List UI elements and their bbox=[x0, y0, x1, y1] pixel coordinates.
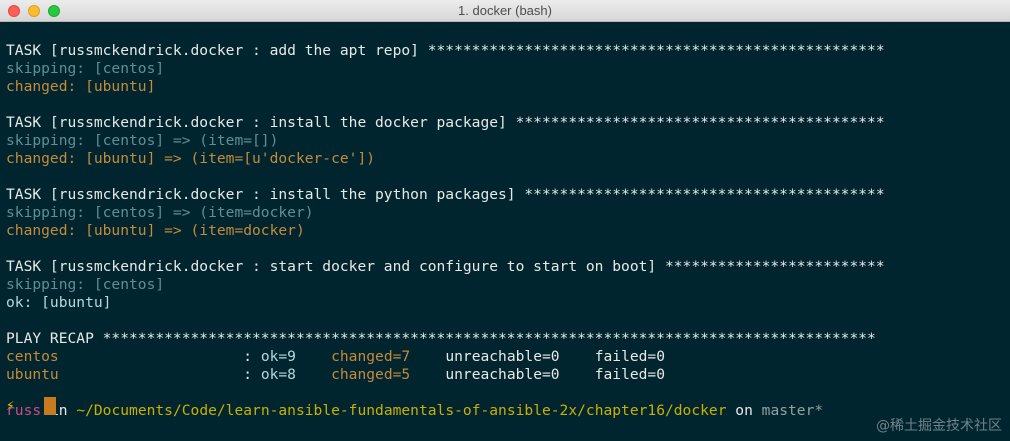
terminal-text-segment: changed: [ubuntu] => (item=[u'docker-ce'… bbox=[6, 150, 376, 167]
terminal-text-segment: PLAY RECAP *****************************… bbox=[6, 330, 876, 347]
terminal-line: PLAY RECAP *****************************… bbox=[6, 330, 876, 348]
terminal-text-segment: ubuntu bbox=[6, 366, 244, 383]
terminal-text-segment: master* bbox=[761, 402, 824, 419]
title-bar[interactable]: 1. docker (bash) bbox=[0, 0, 1010, 22]
terminal-text-segment: on bbox=[726, 402, 762, 419]
terminal-text-segment: changed=5 bbox=[331, 366, 446, 383]
terminal-text-segment: TASK [russmckendrick.docker : add the ap… bbox=[6, 42, 885, 59]
terminal-line: TASK [russmckendrick.docker : install th… bbox=[6, 114, 885, 132]
terminal-output[interactable]: TASK [russmckendrick.docker : add the ap… bbox=[0, 22, 1010, 441]
terminal-line: skipping: [centos] bbox=[6, 60, 164, 78]
terminal-text-segment: : bbox=[243, 366, 261, 383]
terminal-line: TASK [russmckendrick.docker : install th… bbox=[6, 186, 885, 204]
terminal-line: ubuntu : ok=8 changed=5 unreachable=0 fa… bbox=[6, 366, 665, 384]
terminal-text-segment: TASK [russmckendrick.docker : install th… bbox=[6, 186, 885, 203]
terminal-line: TASK [russmckendrick.docker : add the ap… bbox=[6, 42, 885, 60]
watermark: @稀土掘金技术社区 bbox=[876, 418, 1002, 434]
terminal-line: russ in ~/Documents/Code/learn-ansible-f… bbox=[6, 402, 823, 420]
terminal-text-segment: changed: [ubuntu] bbox=[6, 78, 156, 95]
terminal-line: skipping: [centos] bbox=[6, 276, 164, 294]
terminal-text-segment: failed=0 bbox=[594, 348, 666, 365]
terminal-line: ok: [ubuntu] bbox=[6, 294, 111, 312]
terminal-line: TASK [russmckendrick.docker : start dock… bbox=[6, 258, 885, 276]
terminal-line: centos : ok=9 changed=7 unreachable=0 fa… bbox=[6, 348, 665, 366]
terminal-text-segment: skipping: [centos] bbox=[6, 60, 165, 77]
terminal-line: changed: [ubuntu] => (item=[u'docker-ce'… bbox=[6, 150, 375, 168]
terminal-text-segment: skipping: [centos] => (item=[]) bbox=[6, 132, 279, 149]
terminal-line: changed: [ubuntu] => (item=docker) bbox=[6, 222, 305, 240]
terminal-cursor bbox=[44, 397, 56, 415]
window-title: 1. docker (bash) bbox=[458, 3, 552, 18]
terminal-text-segment: changed=7 bbox=[331, 348, 446, 365]
terminal-text-segment: ok: [ubuntu] bbox=[6, 294, 112, 311]
terminal-text-segment: : bbox=[243, 348, 261, 365]
terminal-line: skipping: [centos] => (item=docker) bbox=[6, 204, 314, 222]
terminal-text-segment: centos bbox=[6, 348, 244, 365]
terminal-text-segment: skipping: [centos] bbox=[6, 276, 165, 293]
terminal-window: 1. docker (bash) TASK [russmckendrick.do… bbox=[0, 0, 1010, 441]
terminal-text-segment: skipping: [centos] => (item=docker) bbox=[6, 204, 314, 221]
terminal-text-segment: failed=0 bbox=[594, 366, 666, 383]
terminal-text-segment: ok=9 bbox=[260, 348, 332, 365]
terminal-text-segment: ~/Documents/Code/learn-ansible-fundament… bbox=[76, 402, 727, 419]
terminal-text-segment: ok=8 bbox=[260, 366, 332, 383]
prompt-bolt-icon: ⚡ bbox=[6, 398, 15, 414]
terminal-text-segment: changed: [ubuntu] => (item=docker) bbox=[6, 222, 305, 239]
terminal-line: changed: [ubuntu] bbox=[6, 78, 155, 96]
terminal-text-segment: TASK [russmckendrick.docker : start dock… bbox=[6, 258, 885, 275]
terminal-text-segment: TASK [russmckendrick.docker : install th… bbox=[6, 114, 885, 131]
terminal-text-segment: unreachable=0 bbox=[445, 348, 595, 365]
terminal-text-segment: unreachable=0 bbox=[445, 366, 595, 383]
terminal-line: skipping: [centos] => (item=[]) bbox=[6, 132, 278, 150]
